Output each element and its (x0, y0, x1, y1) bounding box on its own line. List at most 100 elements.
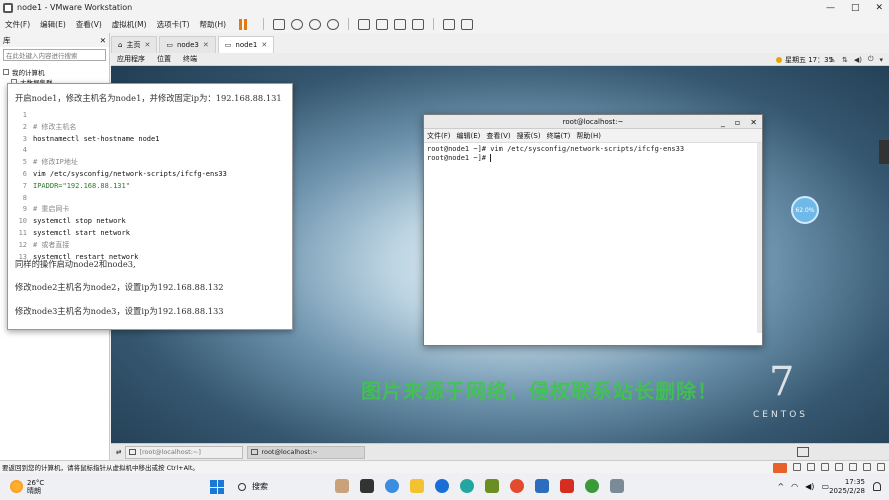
gnome-clock[interactable]: 星期五 17：35 (776, 53, 833, 66)
hdd-icon[interactable] (793, 463, 801, 471)
tab-home[interactable]: ⌂ 主页 ✕ (111, 36, 158, 53)
code-text: systemctl stop network (33, 217, 126, 226)
line-number: 7 (22, 181, 27, 190)
weather-widget[interactable]: 26°C 晴朗 (10, 479, 44, 495)
tab-label: node1 (235, 41, 258, 49)
tab-close-icon[interactable]: ✕ (261, 41, 267, 49)
fullscreen-icon[interactable] (394, 18, 407, 30)
terminal-title-bar[interactable]: root@localhost:~ _ ▫ ✕ (424, 115, 762, 129)
guest-task-label: root@localhost:~ (261, 448, 318, 456)
terminal-icon (129, 449, 137, 455)
taskbar-search[interactable]: 搜索 (238, 481, 268, 492)
expand-icon[interactable] (3, 69, 9, 75)
terminal-menu-edit[interactable]: 编辑(E) (454, 131, 484, 141)
side-handle[interactable] (879, 140, 889, 164)
taskbar-clock[interactable]: 17:35 2025/2/28 (829, 478, 865, 496)
terminal-window[interactable]: root@localhost:~ _ ▫ ✕ 文件(F) 编辑(E) 查看(V)… (423, 114, 763, 346)
display-icon[interactable] (877, 463, 885, 471)
wifi-icon[interactable]: ◠ (791, 482, 798, 491)
app-icon-files[interactable] (335, 479, 349, 493)
send-ctrl-alt-del-icon[interactable] (273, 18, 286, 30)
close-button[interactable]: ✕ (875, 3, 883, 13)
menu-file[interactable]: 文件(F) (0, 19, 35, 30)
console-icon[interactable] (443, 18, 456, 30)
terminal-body[interactable]: root@node1 ~]# vim /etc/sysconfig/networ… (424, 142, 762, 333)
accessibility-icon[interactable]: ♿ (830, 56, 836, 64)
unity-icon[interactable] (412, 18, 425, 30)
app-icon-edge[interactable] (385, 479, 399, 493)
terminal-maximize-button[interactable]: ▫ (735, 118, 740, 127)
network-icon[interactable]: ⇅ (842, 56, 848, 64)
input-method-icon[interactable] (773, 463, 787, 473)
app-icon-task-view[interactable] (360, 479, 374, 493)
pause-icon[interactable] (239, 18, 248, 30)
code-line: 4 (15, 145, 285, 157)
speaker-icon[interactable]: ◀) (805, 482, 814, 491)
battery-icon[interactable]: ▭ (821, 482, 829, 491)
line-number: 8 (22, 193, 27, 202)
cdrom-icon[interactable] (807, 463, 815, 471)
dropdown-icon[interactable]: ▾ (879, 56, 883, 64)
snapshot-icon[interactable] (291, 18, 304, 30)
vmware-logo-icon (3, 2, 13, 13)
maximize-button[interactable]: □ (851, 3, 860, 13)
terminal-menu-help[interactable]: 帮助(H) (573, 131, 604, 141)
tree-item-my-computer[interactable]: 我的计算机 (3, 67, 106, 77)
terminal-menu-terminal[interactable]: 终端(T) (544, 131, 574, 141)
tab-close-icon[interactable]: ✕ (203, 41, 209, 49)
menu-view[interactable]: 查看(V) (71, 19, 107, 30)
minimize-button[interactable]: — (826, 3, 835, 13)
tab-node1[interactable]: ▭ node1 ✕ (217, 36, 275, 53)
menu-edit[interactable]: 编辑(E) (35, 19, 71, 30)
tray-expand-icon[interactable]: ^ (777, 482, 784, 491)
printer-icon[interactable] (863, 463, 871, 471)
gnome-terminal-menu[interactable]: 终端 (177, 54, 203, 64)
tab-node3[interactable]: ▭ node3 ✕ (159, 36, 216, 53)
app-icon-vmware[interactable] (610, 479, 624, 493)
app-icon-feather[interactable] (435, 479, 449, 493)
volume-icon[interactable]: ◀) (854, 56, 862, 64)
app-icon-wps[interactable] (560, 479, 574, 493)
speed-ball-widget[interactable]: 62.0% (791, 196, 819, 224)
menu-vm[interactable]: 虚拟机(M) (107, 19, 152, 30)
app-icon-explorer[interactable] (410, 479, 424, 493)
line-number: 1 (22, 111, 27, 119)
app-icon-wechat[interactable] (585, 479, 599, 493)
app-icon-word[interactable] (535, 479, 549, 493)
stretch-view-icon[interactable] (461, 18, 474, 30)
library-search-input[interactable]: 在此处键入内容进行搜索 (3, 49, 106, 61)
revert-snapshot-icon[interactable] (309, 18, 322, 30)
terminal-minimize-button[interactable]: _ (721, 118, 725, 127)
library-close-button[interactable]: ✕ (100, 36, 106, 45)
terminal-menu-file[interactable]: 文件(F) (424, 131, 454, 141)
workspace-switcher-icon[interactable] (797, 447, 809, 457)
app-icon-browser[interactable] (460, 479, 474, 493)
centos-version-number: 7 (769, 359, 795, 405)
terminal-close-button[interactable]: ✕ (750, 118, 757, 127)
usb-icon[interactable] (835, 463, 843, 471)
guest-task-item-active[interactable]: root@localhost:~ (247, 445, 366, 459)
terminal-title: root@localhost:~ (562, 117, 624, 126)
app-icon-chrome[interactable] (510, 479, 524, 493)
snapshot-manager-icon[interactable] (327, 18, 340, 30)
tab-label: 主页 (126, 41, 141, 49)
tab-close-icon[interactable]: ✕ (144, 41, 150, 49)
notification-bell-icon[interactable] (873, 482, 881, 491)
library-view-icon[interactable] (358, 18, 371, 30)
menu-tabs[interactable]: 选项卡(T) (152, 19, 195, 30)
terminal-menu-view[interactable]: 查看(V) (483, 131, 513, 141)
show-desktop-icon[interactable]: ⇄ (116, 448, 121, 456)
terminal-scrollbar[interactable] (757, 143, 762, 333)
terminal-menu-search[interactable]: 搜索(S) (514, 131, 544, 141)
gnome-applications-menu[interactable]: 应用程序 (111, 54, 151, 64)
gnome-status-area[interactable]: ♿ ⇅ ◀) ⏻ ▾ (830, 53, 883, 66)
guest-task-item[interactable]: [root@localhost:~] (125, 445, 244, 459)
power-icon[interactable]: ⏻ (868, 55, 874, 64)
gnome-places-menu[interactable]: 位置 (151, 54, 177, 64)
network-adapter-icon[interactable] (821, 463, 829, 471)
sound-icon[interactable] (849, 463, 857, 471)
windows-start-icon[interactable] (210, 480, 224, 494)
thumbnail-view-icon[interactable] (376, 18, 389, 30)
menu-help[interactable]: 帮助(H) (195, 19, 232, 30)
app-icon-green[interactable] (485, 479, 499, 493)
